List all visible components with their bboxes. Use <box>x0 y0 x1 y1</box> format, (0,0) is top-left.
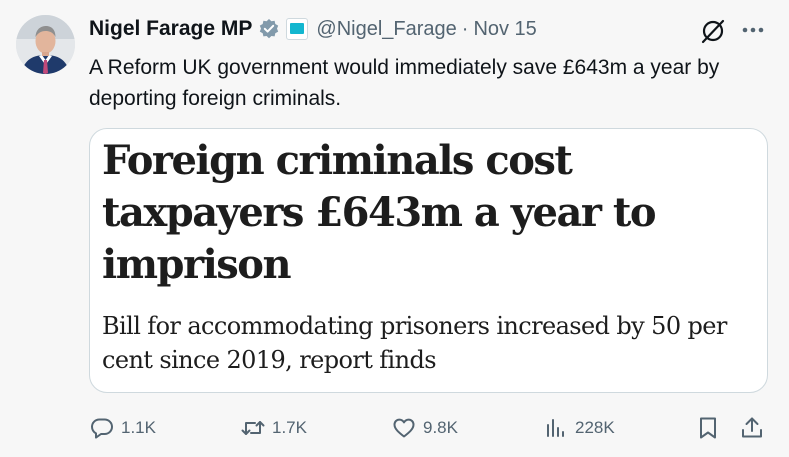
author-handle[interactable]: @Nigel_Farage <box>316 18 456 41</box>
views-icon <box>543 415 569 441</box>
repost-button[interactable]: 1.7K <box>240 411 307 445</box>
bookmark-icon <box>695 415 721 441</box>
tweet-header: Nigel Farage MP @Nigel_Farage · Nov 15 <box>89 14 537 44</box>
tweet-date[interactable]: Nov 15 <box>473 18 536 41</box>
like-button[interactable]: 9.8K <box>391 411 458 445</box>
separator-dot: · <box>461 17 469 40</box>
verified-badge-icon[interactable] <box>258 18 280 40</box>
reply-icon <box>89 415 115 441</box>
repost-icon <box>240 415 266 441</box>
card-headline: Foreign criminals cost taxpayers £643m a… <box>102 137 657 288</box>
avatar[interactable] <box>16 15 75 74</box>
repost-count: 1.7K <box>272 418 307 437</box>
reform-uk-affiliate-icon[interactable] <box>286 18 309 40</box>
reply-count: 1.1K <box>121 418 156 437</box>
author-name[interactable]: Nigel Farage MP <box>89 17 252 41</box>
link-card[interactable]: Foreign criminals cost taxpayers £643m a… <box>89 128 768 393</box>
share-button[interactable] <box>739 411 765 445</box>
more-icon[interactable] <box>738 18 768 42</box>
like-icon <box>391 415 417 441</box>
views-button[interactable]: 228K <box>543 411 615 445</box>
share-icon <box>739 415 765 441</box>
views-count: 228K <box>575 418 615 437</box>
bookmark-button[interactable] <box>695 411 721 445</box>
grok-icon[interactable] <box>699 17 727 45</box>
action-bar: 1.1K 1.7K 9.8K 228K <box>0 411 789 445</box>
affiliate-logo <box>290 23 305 34</box>
tweet-text: A Reform UK government would immediately… <box>89 56 720 110</box>
avatar-image <box>16 15 75 74</box>
like-count: 9.8K <box>423 418 458 437</box>
card-standfirst: Bill for accommodating prisoners increas… <box>102 312 727 374</box>
reply-button[interactable]: 1.1K <box>89 411 156 445</box>
